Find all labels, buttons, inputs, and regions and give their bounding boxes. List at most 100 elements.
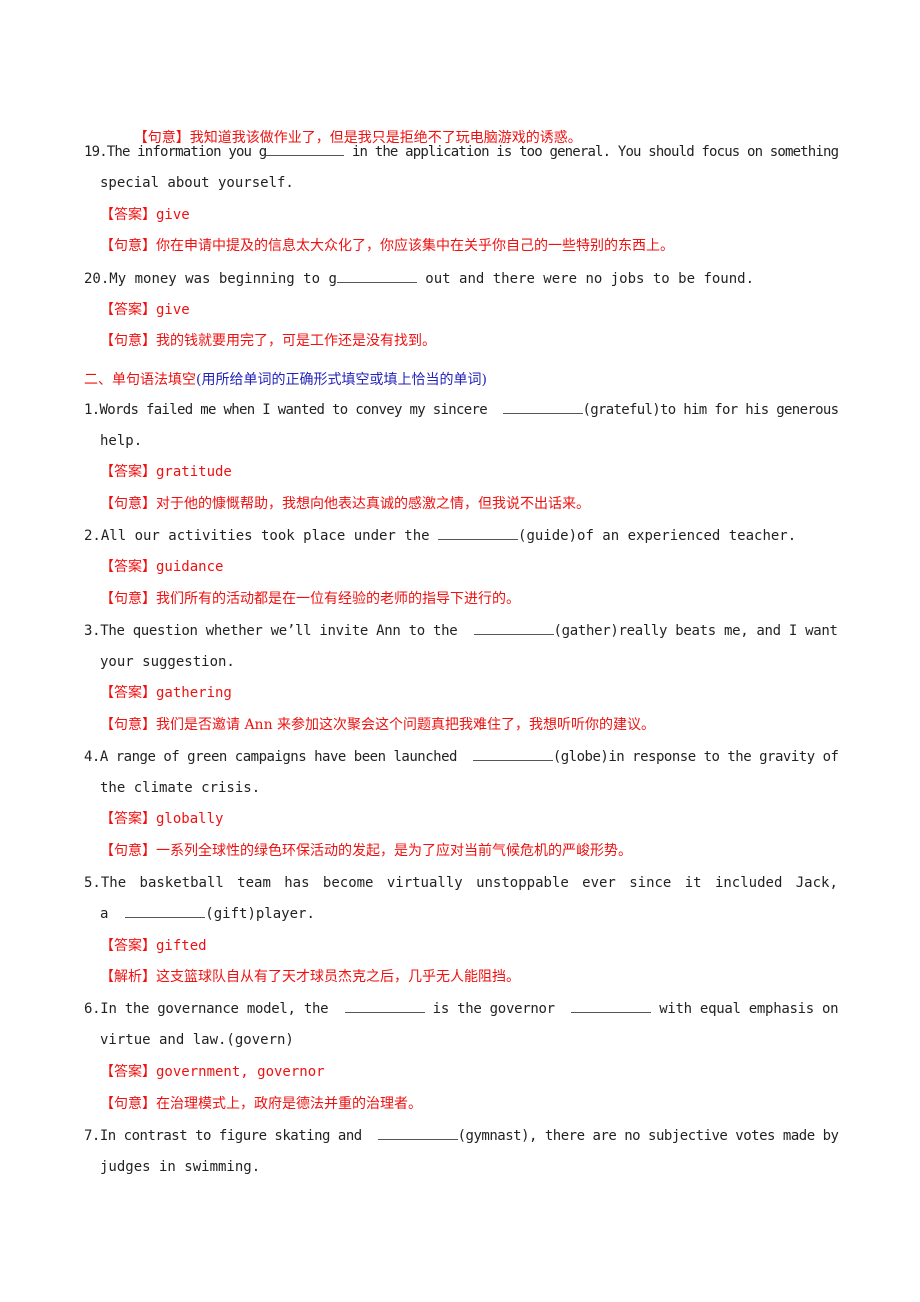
answer-line: 【答案】give — [100, 206, 190, 224]
meaning-tag: 【句意】 — [100, 717, 156, 733]
question-3: 3.The question whether we’ll invite Ann … — [84, 622, 838, 640]
question-continuation: a (gift)player. — [100, 905, 315, 923]
answer-blank[interactable] — [336, 270, 417, 283]
meaning-line: 【句意】你在申请中提及的信息太大众化了，你应该集中在关乎你自己的一些特别的东西上… — [100, 237, 674, 255]
question-continuation: the climate crisis. — [100, 780, 261, 796]
question-19: 19.The information you g in the applicat… — [84, 143, 839, 161]
question-text-before: In contrast to figure skating and — [99, 1128, 378, 1144]
answer-blank[interactable] — [266, 143, 345, 156]
question-continuation: help. — [100, 433, 143, 449]
question-text-before: Words failed me when I wanted to convey … — [99, 402, 503, 418]
question-word: unstoppable — [476, 875, 569, 891]
question-text-after: out and there were no jobs to be found. — [416, 271, 755, 287]
answer-text: gifted — [156, 938, 207, 954]
answer-line: 【答案】gratitude — [100, 463, 232, 481]
question-text-after: (grateful)to him for his generous — [582, 402, 839, 418]
question-number: 7. — [84, 1128, 100, 1144]
question-word: included — [714, 875, 783, 891]
section-title: 二、单句语法填空 — [84, 372, 196, 388]
question-2: 2.All our activities took place under th… — [84, 527, 796, 545]
question-continuation: special about yourself. — [100, 175, 294, 191]
question-4: 4.A range of green campaigns have been l… — [84, 748, 839, 766]
question-number: 2. — [84, 528, 101, 544]
question-number: 19. — [84, 144, 108, 160]
meaning-line: 【句意】我们是否邀请 Ann 来参加这次聚会这个问题真把我难住了，我想听听你的建… — [100, 716, 655, 734]
document-page: 【句意】我知道我该做作业了，但是我只是拒绝不了玩电脑游戏的诱惑。 19.The … — [0, 0, 920, 1302]
meaning-tag: 【句意】 — [100, 1096, 156, 1112]
question-text-before: A range of green campaigns have been lau… — [99, 749, 473, 765]
answer-text: globally — [156, 811, 224, 827]
question-text-before: All our activities took place under the — [100, 528, 439, 544]
meaning-tag: 【句意】 — [100, 843, 156, 859]
answer-tag: 【答案】 — [100, 207, 156, 223]
question-text-after: (gather)really beats me, and I want — [553, 623, 838, 639]
question-word: Jack, — [795, 875, 838, 891]
answer-tag: 【答案】 — [100, 685, 156, 701]
meaning-tag: 【句意】 — [100, 496, 156, 512]
continuation-text-before: a — [100, 906, 126, 922]
meaning-line: 【句意】在治理模式上，政府是德法并重的治理者。 — [100, 1095, 422, 1113]
question-number: 3. — [84, 623, 101, 639]
answer-tag: 【答案】 — [100, 1064, 156, 1080]
meaning-text: 一系列全球性的绿色环保活动的发起，是为了应对当前气候危机的严峻形势。 — [156, 843, 632, 859]
answer-line: 【答案】gathering — [100, 684, 232, 702]
question-text-before: In the governance model, the — [100, 1001, 345, 1017]
meaning-text: 你在申请中提及的信息太大众化了，你应该集中在关乎你自己的一些特别的东西上。 — [156, 238, 674, 254]
answer-blank[interactable] — [502, 401, 583, 414]
answer-tag: 【答案】 — [100, 464, 156, 480]
answer-line: 【答案】gifted — [100, 937, 207, 955]
answer-blank[interactable] — [438, 527, 519, 540]
question-5: 5.The basketball team has become virtual… — [84, 874, 838, 892]
question-text-after: with equal emphasis on — [651, 1001, 839, 1017]
question-word: it — [684, 875, 702, 891]
answer-blank[interactable] — [125, 905, 206, 918]
question-text-middle: is the governor — [424, 1001, 572, 1017]
answer-blank-2[interactable] — [571, 1000, 652, 1013]
question-text-before: My money was beginning to g — [109, 271, 337, 287]
answer-blank[interactable] — [377, 1127, 458, 1140]
meaning-text: 在治理模式上，政府是德法并重的治理者。 — [156, 1096, 422, 1112]
question-word: ever — [582, 875, 616, 891]
question-continuation: your suggestion. — [100, 654, 235, 670]
question-word: 5.The — [84, 875, 127, 891]
answer-line: 【答案】government, governor — [100, 1063, 325, 1081]
answer-blank[interactable] — [472, 748, 553, 761]
meaning-tag: 【句意】 — [100, 333, 156, 349]
answer-blank-1[interactable] — [344, 1000, 425, 1013]
question-word: virtually — [386, 875, 463, 891]
meaning-text: 我的钱就要用完了，可是工作还是没有找到。 — [156, 333, 436, 349]
question-number: 4. — [84, 749, 100, 765]
answer-line: 【答案】globally — [100, 810, 223, 828]
answer-tag: 【答案】 — [100, 938, 156, 954]
question-word: since — [629, 875, 672, 891]
answer-text: gratitude — [156, 464, 232, 480]
meaning-line: 【句意】我的钱就要用完了，可是工作还是没有找到。 — [100, 332, 436, 350]
analysis-tag: 【解析】 — [100, 969, 156, 985]
section-instructions: (用所给单词的正确形式填空或填上恰当的单词) — [196, 372, 487, 388]
meaning-line: 【句意】对于他的慷慨帮助，我想向他表达真诚的感激之情，但我说不出话来。 — [100, 495, 590, 513]
meaning-tag: 【句意】 — [100, 591, 156, 607]
answer-tag: 【答案】 — [100, 559, 156, 575]
question-text-after: (gymnast), there are no subjective votes… — [457, 1128, 839, 1144]
question-continuation: judges in swimming. — [100, 1159, 261, 1175]
question-word: has — [284, 875, 310, 891]
analysis-text: 这支篮球队自从有了天才球员杰克之后，几乎无人能阻挡。 — [156, 969, 520, 985]
question-text-before: The information you g — [106, 144, 267, 160]
meaning-text: 我们是否邀请 Ann 来参加这次聚会这个问题真把我难住了，我想听听你的建议。 — [156, 717, 656, 733]
answer-line: 【答案】give — [100, 301, 190, 319]
meaning-line: 【句意】一系列全球性的绿色环保活动的发起，是为了应对当前气候危机的严峻形势。 — [100, 842, 632, 860]
answer-blank[interactable] — [473, 622, 554, 635]
question-text-after: in the application is too general. You s… — [344, 144, 839, 160]
answer-tag: 【答案】 — [100, 302, 156, 318]
answer-text: gathering — [156, 685, 232, 701]
question-20: 20.My money was beginning to g out and t… — [84, 270, 754, 288]
question-7: 7.In contrast to figure skating and (gym… — [84, 1127, 839, 1145]
answer-text: guidance — [156, 559, 224, 575]
meaning-line: 【句意】我们所有的活动都是在一位有经验的老师的指导下进行的。 — [100, 590, 520, 608]
question-continuation: virtue and law.(govern) — [100, 1032, 294, 1048]
meaning-text: 我们所有的活动都是在一位有经验的老师的指导下进行的。 — [156, 591, 520, 607]
meaning-text: 对于他的慷慨帮助，我想向他表达真诚的感激之情，但我说不出话来。 — [156, 496, 590, 512]
answer-line: 【答案】guidance — [100, 558, 223, 576]
answer-text: government, governor — [156, 1064, 325, 1080]
answer-text: give — [156, 302, 190, 318]
